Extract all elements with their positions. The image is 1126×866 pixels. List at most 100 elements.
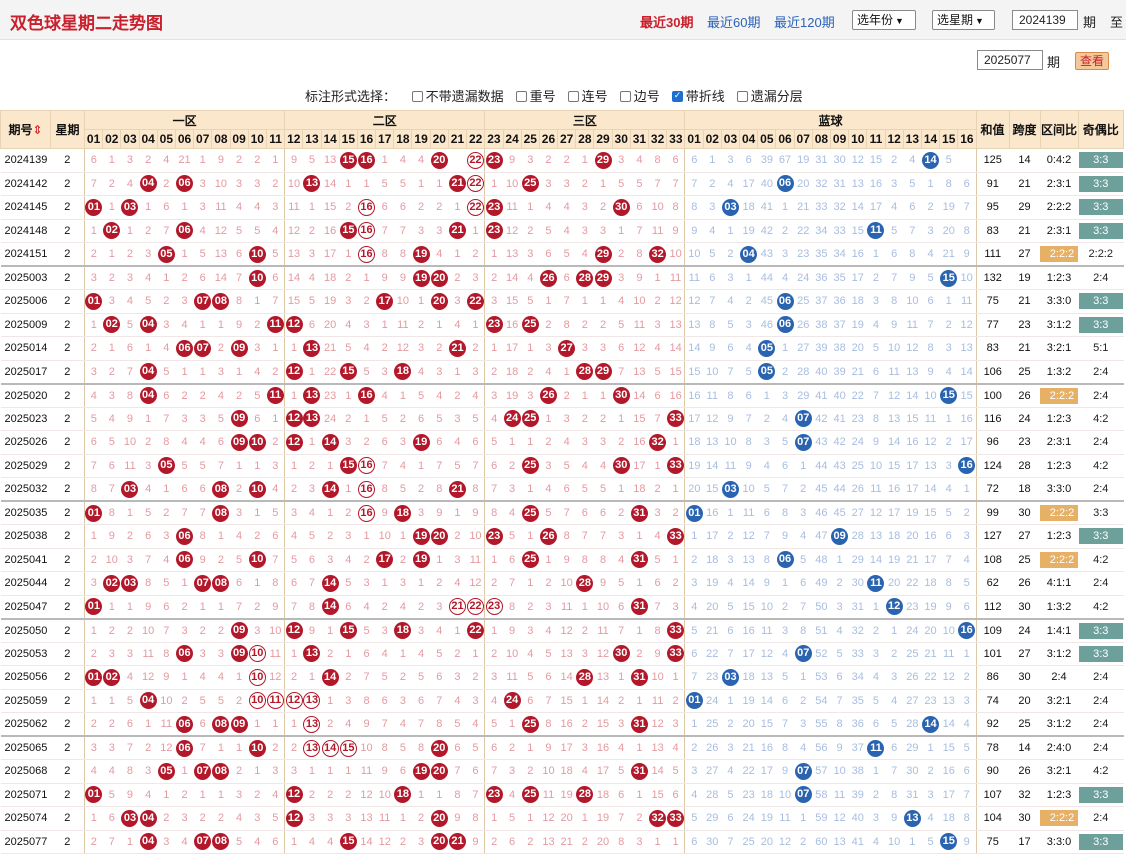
period-header[interactable]: 期号⇕ xyxy=(0,110,52,149)
miss-cell: 6 xyxy=(521,689,540,713)
blue-ball-cell: 06 xyxy=(775,313,795,337)
range-30-link[interactable]: 最近30期 xyxy=(640,12,693,31)
blue-ball-cell: 03 xyxy=(721,477,740,502)
miss-cell: 7 xyxy=(866,382,886,408)
miss-cell: 7 xyxy=(575,524,594,549)
from-issue-input[interactable]: 2024139 xyxy=(1012,10,1078,30)
red-ball: 14 xyxy=(321,574,339,592)
red-ball-cell: 08 xyxy=(211,500,231,525)
miss-cell: 1 xyxy=(102,595,121,619)
red-ball: 11 xyxy=(266,387,284,404)
mark-options: 标注形式选择： 不带遗漏数据重号连号边号带折线遗漏分层 xyxy=(305,86,827,105)
miss-cell: 5 xyxy=(721,313,740,337)
option-1[interactable]: 重号 xyxy=(515,89,556,104)
sum-cell: 78 xyxy=(975,735,1009,760)
miss-cell: 6 xyxy=(393,759,412,784)
miss-cell: 51 xyxy=(812,617,831,643)
checkbox-checked-icon[interactable] xyxy=(671,90,683,102)
option-3[interactable]: 边号 xyxy=(619,89,660,104)
miss-cell: 1 xyxy=(157,783,176,807)
miss-cell: 49 xyxy=(812,571,831,596)
miss-cell: 17 xyxy=(848,265,867,290)
period-cell: 2025017 xyxy=(0,360,51,384)
option-0[interactable]: 不带遗漏数据 xyxy=(411,89,504,104)
red-ball-cell: 07 xyxy=(193,336,212,361)
checkbox-icon[interactable] xyxy=(515,91,527,102)
red-number-header: 11 xyxy=(265,129,286,149)
miss-cell: 15 xyxy=(666,360,685,384)
miss-cell: 14 xyxy=(284,265,303,290)
odd-even-value: 3:3 xyxy=(1078,222,1123,239)
miss-cell: 5 xyxy=(120,689,140,713)
miss-cell: 5 xyxy=(230,219,249,243)
checkbox-icon[interactable] xyxy=(619,91,631,102)
red-ball: 08 xyxy=(212,833,230,851)
miss-cell: 1 xyxy=(794,665,813,690)
span-cell: 17 xyxy=(1009,830,1040,854)
miss-cell: 11 xyxy=(503,195,522,220)
red-ball: 06 xyxy=(176,339,194,357)
period-cell: 2025023 xyxy=(0,407,51,431)
week-select[interactable]: 选星期 ▼ xyxy=(932,10,995,30)
miss-cell: 2 xyxy=(321,642,340,666)
red-ball: 30 xyxy=(612,198,630,216)
miss-cell: 1 xyxy=(411,172,431,196)
range-120-link[interactable]: 最近120期 xyxy=(774,12,835,31)
miss-cell: 9 xyxy=(739,454,758,478)
red-ball-cell: 30 xyxy=(612,642,631,666)
zone-ratio-value: 1:2:3 xyxy=(1046,530,1072,543)
miss-cell: 33 xyxy=(830,219,849,243)
miss-cell: 5 xyxy=(466,735,485,760)
year-select[interactable]: 选年份 ▼ xyxy=(852,10,916,30)
miss-cell: 1 xyxy=(230,735,249,760)
checkbox-icon[interactable] xyxy=(567,91,579,102)
zone-ratio-cell: 1:2:3 xyxy=(1040,265,1079,290)
checkbox-icon[interactable] xyxy=(736,91,748,102)
period-cell: 2024148 xyxy=(0,219,51,243)
miss-cell: 5 xyxy=(84,407,103,431)
period-cell: 2025038 xyxy=(0,524,51,549)
option-5[interactable]: 遗漏分层 xyxy=(736,89,803,104)
miss-cell: 1 xyxy=(484,806,504,831)
sort-icon[interactable]: ⇕ xyxy=(32,123,42,137)
option-4[interactable]: 带折线 xyxy=(671,89,725,104)
miss-cell: 15 xyxy=(739,595,758,619)
view-button[interactable]: 查看 xyxy=(1075,52,1109,70)
miss-cell: 5 xyxy=(157,360,176,384)
miss-cell: 9 xyxy=(120,783,140,807)
miss-cell: 48 xyxy=(812,548,831,572)
miss-cell: 53 xyxy=(812,665,831,690)
option-2[interactable]: 连号 xyxy=(567,89,608,104)
red-ball-cell: 08 xyxy=(211,830,231,854)
miss-cell: 1 xyxy=(630,571,649,596)
miss-cell xyxy=(448,148,467,173)
red-ball-cell: 16 xyxy=(357,500,376,525)
range-60-link[interactable]: 最近60期 xyxy=(707,12,760,31)
miss-cell: 37 xyxy=(812,289,831,314)
miss-cell: 1 xyxy=(703,148,722,173)
blue-ball: 06 xyxy=(776,175,794,193)
miss-cell: 58 xyxy=(812,783,831,807)
red-ball-cell: 03 xyxy=(120,571,140,596)
red-ball: 21 xyxy=(448,175,466,193)
table-row: 2025065 2 3 3 7 2 12 06 7 1 1 10 2 2 13 14 15 10 8 5 8 20 6 5 6 2… xyxy=(0,735,1124,760)
miss-cell: 1 xyxy=(375,313,394,337)
to-issue-input[interactable]: 2025077 xyxy=(977,50,1043,70)
miss-cell: 11 xyxy=(721,454,740,478)
miss-cell: 6 xyxy=(102,454,121,478)
red-ball: 19 xyxy=(412,433,430,451)
zone-ratio-cell: 2:2:2 xyxy=(1040,806,1079,831)
miss-cell: 7 xyxy=(193,735,212,760)
miss-cell: 4 xyxy=(448,430,467,455)
red-ball: 09 xyxy=(230,339,248,357)
miss-cell: 5 xyxy=(193,689,212,713)
miss-cell: 17 xyxy=(866,195,886,220)
miss-cell: 5 xyxy=(866,336,886,361)
checkbox-icon[interactable] xyxy=(411,91,423,102)
miss-cell: 11 xyxy=(939,642,958,666)
week-cell: 2 xyxy=(50,617,85,643)
odd-even-value: 3:3 xyxy=(1093,507,1109,519)
miss-cell: 12 xyxy=(830,806,849,831)
red-ball: 09 xyxy=(230,433,248,451)
miss-cell: 1 xyxy=(321,500,340,525)
